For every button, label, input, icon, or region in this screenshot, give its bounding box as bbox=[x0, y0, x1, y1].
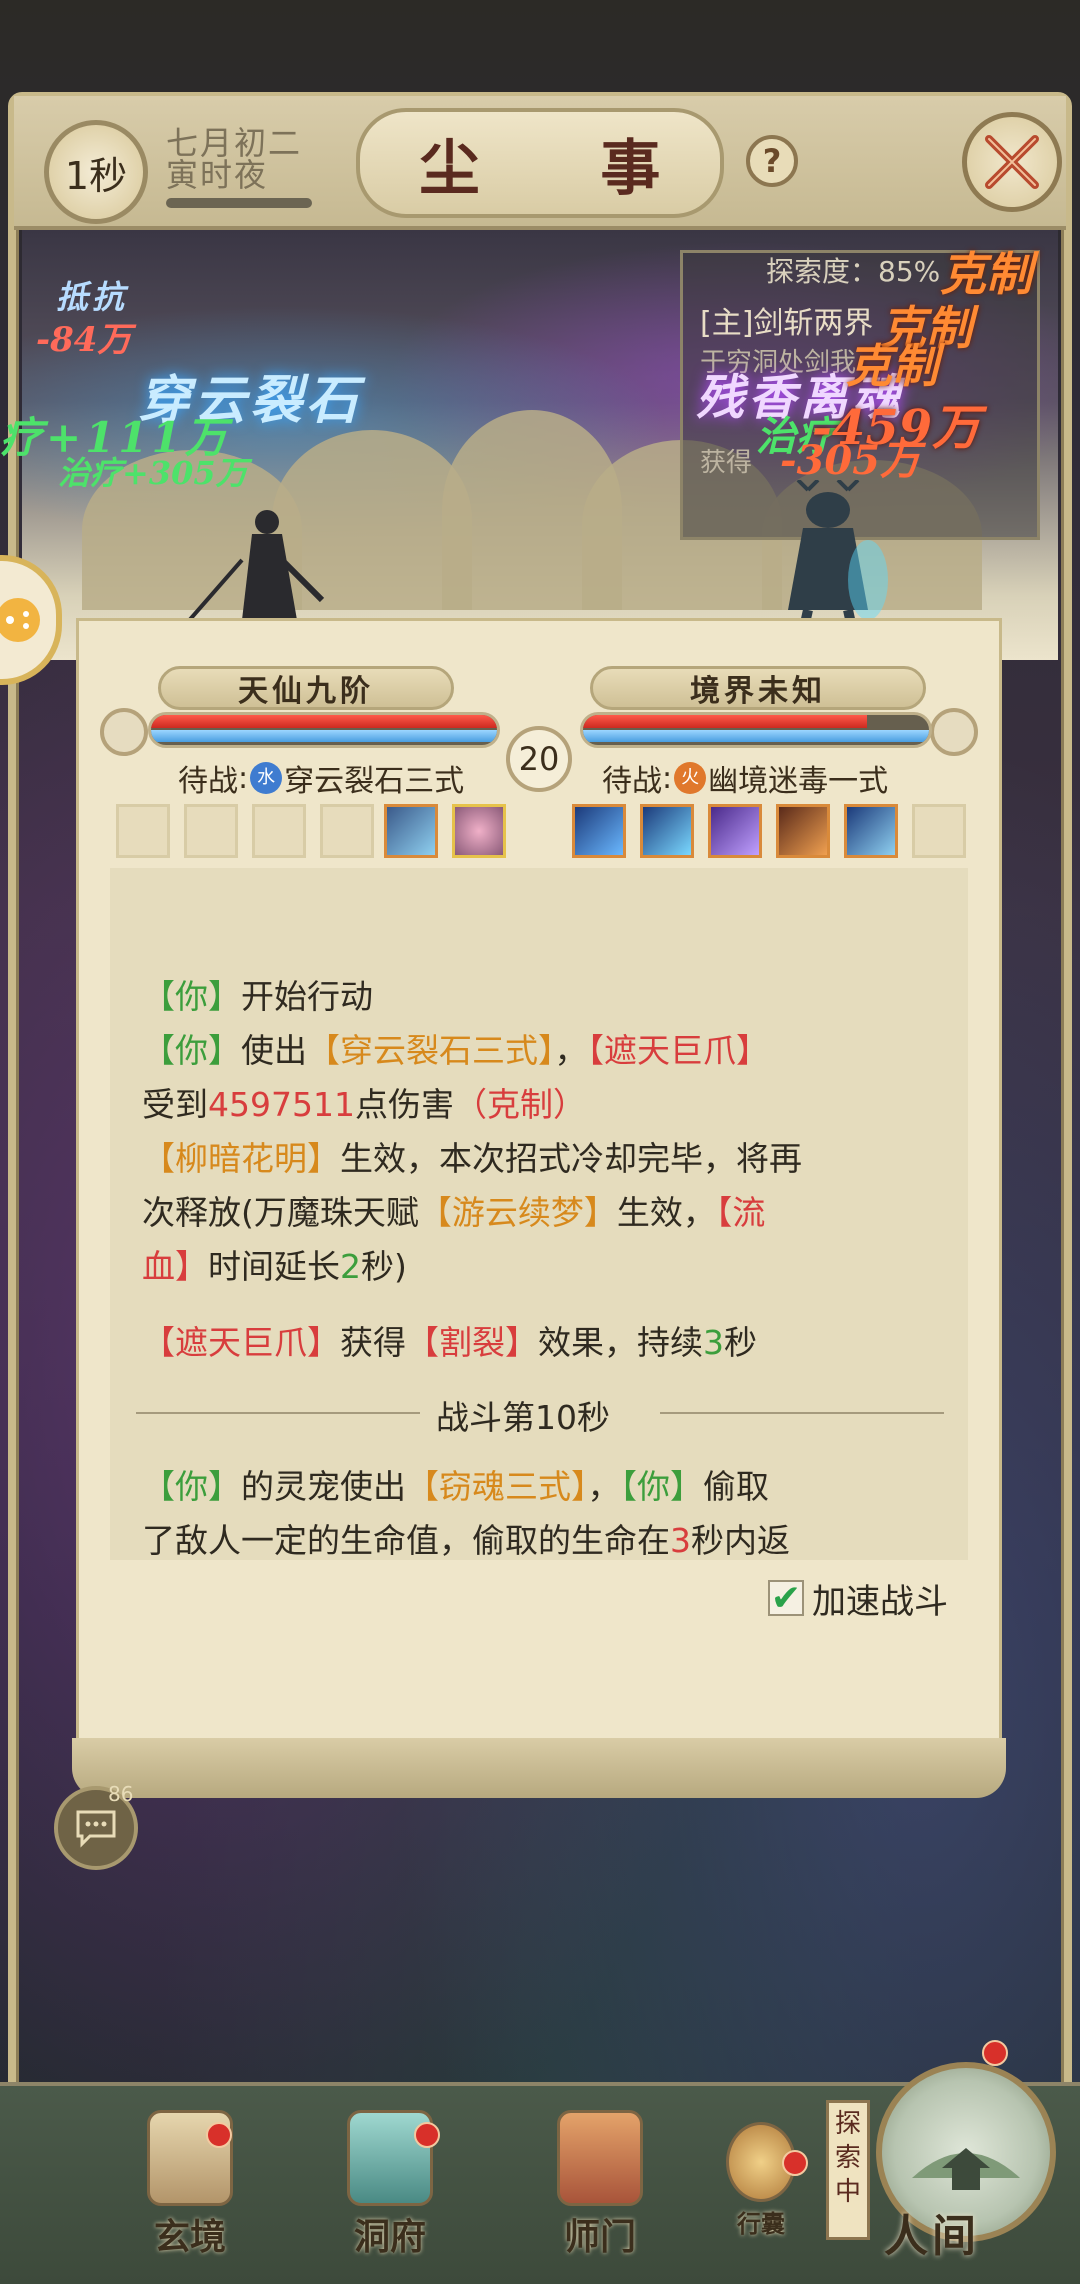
divider bbox=[136, 1412, 420, 1414]
close-icon bbox=[985, 135, 1039, 189]
enemy-pending-skill: 待战: 火 幽境迷毒一式 bbox=[602, 756, 888, 800]
log-entry: 【你】的灵宠使出【窃魂三式】，【你】偷取 bbox=[142, 1467, 769, 1506]
explore-progress: 探索度：85% bbox=[766, 255, 941, 288]
close-button[interactable] bbox=[962, 112, 1062, 212]
pending-skill-name: 幽境迷毒一式 bbox=[708, 764, 889, 799]
counter-popup: 克制 bbox=[846, 339, 938, 393]
explore-reward: 获得 bbox=[700, 448, 753, 478]
world-label: 人间 bbox=[884, 2211, 980, 2262]
enemy-skill-icon[interactable] bbox=[844, 804, 898, 858]
player-mp-bar bbox=[151, 730, 497, 742]
player-avatar[interactable] bbox=[100, 708, 148, 756]
time-badge: 1秒 bbox=[44, 120, 148, 224]
player-pending-skill: 待战: 水 穿云裂石三式 bbox=[178, 756, 464, 800]
speed-battle-label[interactable]: 加速战斗 bbox=[812, 1574, 948, 1623]
log-entry: 【你】使出【穿云裂石三式】，【遮天巨爪】 bbox=[142, 1031, 769, 1070]
log-entry: 【柳暗花明】生效，本次招式冷却完毕，将再 bbox=[142, 1139, 802, 1178]
log-entry: 【你】开始行动 bbox=[142, 977, 373, 1016]
notification-dot bbox=[206, 2122, 232, 2148]
nav-item-shimen[interactable]: 师门 bbox=[540, 2110, 660, 2260]
enemy-mp-bar bbox=[583, 730, 929, 742]
enemy-hp-bar bbox=[583, 715, 867, 728]
time-of-day: 寅时夜 bbox=[166, 156, 269, 194]
nav-item-xingnang[interactable]: 行囊 bbox=[706, 2110, 816, 2260]
chat-unread-count: 86 bbox=[108, 1782, 134, 1806]
banner-icon bbox=[557, 2110, 643, 2206]
enemy-avatar[interactable] bbox=[930, 708, 978, 756]
empty-skill-slot bbox=[912, 804, 966, 858]
log-entry: 血】时间延长2秒) bbox=[142, 1247, 407, 1286]
empty-skill-slot bbox=[252, 804, 306, 858]
player-name: 天仙九阶 bbox=[158, 666, 454, 710]
player-hp-bar bbox=[151, 715, 497, 728]
notification-dot bbox=[414, 2122, 440, 2148]
enemy-name: 境界未知 bbox=[590, 666, 926, 710]
enemy-skill-icon[interactable] bbox=[776, 804, 830, 858]
pet-skill-icon[interactable] bbox=[452, 804, 506, 858]
log-entry: 了敌人一定的生命值，偷取的生命在3秒内返 bbox=[142, 1521, 790, 1560]
empty-skill-slot bbox=[116, 804, 170, 858]
time-progress-bar bbox=[166, 198, 312, 208]
pending-label: 待战 bbox=[602, 764, 662, 799]
empty-skill-slot bbox=[184, 804, 238, 858]
nav-item-xuanjing[interactable]: 玄境 bbox=[130, 2110, 250, 2260]
fire-element-icon: 火 bbox=[674, 762, 707, 794]
log-entry: 【遮天巨爪】获得【割裂】效果，持续3秒 bbox=[142, 1323, 757, 1362]
notification-dot bbox=[782, 2150, 808, 2176]
speed-battle-checkbox[interactable]: ✔ bbox=[768, 1578, 804, 1619]
divider bbox=[660, 1412, 944, 1414]
heal-popup-small: 治疗+305万 bbox=[58, 454, 248, 492]
chat-bubble-icon bbox=[76, 1810, 116, 1848]
resist-value: -84万 bbox=[36, 320, 132, 360]
title-plate: 尘 事 bbox=[356, 108, 724, 218]
help-button[interactable]: ? bbox=[746, 135, 798, 187]
player-skill-icon[interactable] bbox=[384, 804, 438, 858]
turn-counter: 20 bbox=[506, 726, 572, 792]
water-element-icon: 水 bbox=[250, 762, 283, 794]
enemy-skill-icon[interactable] bbox=[572, 804, 626, 858]
enemy-skill-icon[interactable] bbox=[640, 804, 694, 858]
battle-second-divider: 战斗第10秒 bbox=[436, 1398, 610, 1437]
exploring-tag: 探索中 bbox=[826, 2100, 870, 2240]
notification-dot bbox=[982, 2040, 1008, 2066]
page-title: 尘 事 bbox=[419, 133, 711, 204]
gamepad-icon bbox=[0, 598, 40, 642]
battle-log[interactable]: 【你】开始行动 【你】使出【穿云裂石三式】，【遮天巨爪】 受到4597511点伤… bbox=[110, 868, 968, 1560]
empty-skill-slot bbox=[320, 804, 374, 858]
log-entry: 受到4597511点伤害（克制） bbox=[142, 1085, 586, 1124]
enemy-status-bars bbox=[580, 712, 932, 748]
enemy-skill-icon[interactable] bbox=[708, 804, 762, 858]
scroll-roller bbox=[72, 1738, 1006, 1798]
damage-popup-small: -305万 bbox=[780, 437, 921, 484]
log-entry: 次释放(万魔珠天赋【游云续梦】生效，【流 bbox=[142, 1193, 766, 1232]
pending-label: 待战 bbox=[178, 764, 238, 799]
player-status-bars bbox=[148, 712, 500, 748]
pending-skill-name: 穿云裂石三式 bbox=[284, 764, 465, 799]
